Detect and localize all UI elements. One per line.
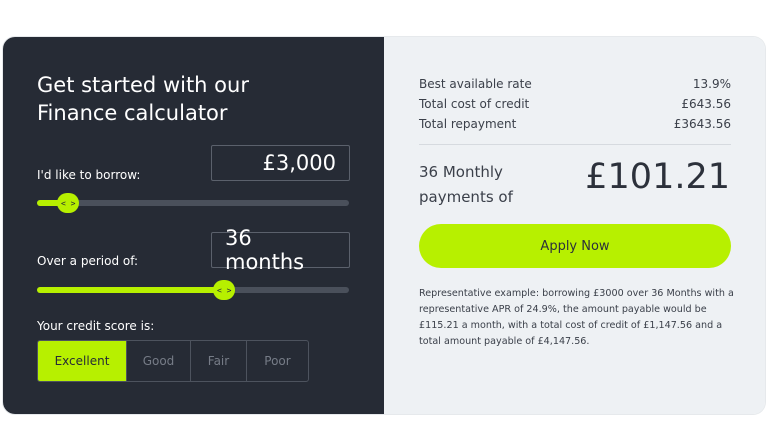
stat-value: 13.9% <box>692 77 731 91</box>
summary-divider <box>419 144 731 145</box>
period-label: Over a period of: <box>37 254 139 268</box>
summary-panel: Best available rate 13.9% Total cost of … <box>384 37 765 414</box>
monthly-label-line-1: 36 Monthly <box>419 163 503 181</box>
period-slider-handle[interactable]: < > <box>213 280 236 300</box>
credit-option-good[interactable]: Good <box>127 341 191 381</box>
stat-label: Best available rate <box>419 77 532 91</box>
monthly-label-line-2: payments of <box>419 188 513 206</box>
calculator-title: Get started with our Finance calculator <box>37 71 337 127</box>
credit-score-label: Your credit score is: <box>37 319 155 333</box>
stat-row-rate: Best available rate 13.9% <box>419 74 731 94</box>
title-line-1: Get started with our <box>37 73 249 97</box>
credit-option-poor[interactable]: Poor <box>247 341 308 381</box>
stat-row-total-repayment: Total repayment £3643.56 <box>419 114 731 134</box>
calculator-panel: Get started with our Finance calculator … <box>3 37 384 414</box>
credit-option-excellent[interactable]: Excellent <box>38 341 127 381</box>
stat-label: Total repayment <box>419 117 517 131</box>
stat-label: Total cost of credit <box>419 97 530 111</box>
period-field[interactable]: 36 months <box>211 226 350 274</box>
monthly-payments-label: 36 Monthly payments of <box>419 160 539 210</box>
borrow-slider[interactable]: < > <box>37 193 349 213</box>
stat-value: £3643.56 <box>673 117 731 131</box>
title-line-2: Finance calculator <box>37 101 228 125</box>
credit-score-selector: Excellent Good Fair Poor <box>37 340 309 382</box>
finance-calculator-card: Get started with our Finance calculator … <box>3 37 765 414</box>
stat-row-cost-of-credit: Total cost of credit £643.56 <box>419 94 731 114</box>
cost-summary: Best available rate 13.9% Total cost of … <box>419 74 731 134</box>
monthly-payment-amount: £101.21 <box>585 157 730 197</box>
representative-example: Representative example: borrowing £3000 … <box>419 288 734 347</box>
period-slider-fill <box>37 287 225 293</box>
period-slider[interactable]: < > <box>37 280 349 300</box>
apply-now-button[interactable]: Apply Now <box>419 224 731 268</box>
credit-option-fair[interactable]: Fair <box>191 341 247 381</box>
stat-value: £643.56 <box>681 97 731 111</box>
borrow-label: I'd like to borrow: <box>37 168 141 182</box>
borrow-slider-handle[interactable]: < > <box>57 193 80 213</box>
borrow-amount-field[interactable]: £3,000 <box>211 145 350 181</box>
